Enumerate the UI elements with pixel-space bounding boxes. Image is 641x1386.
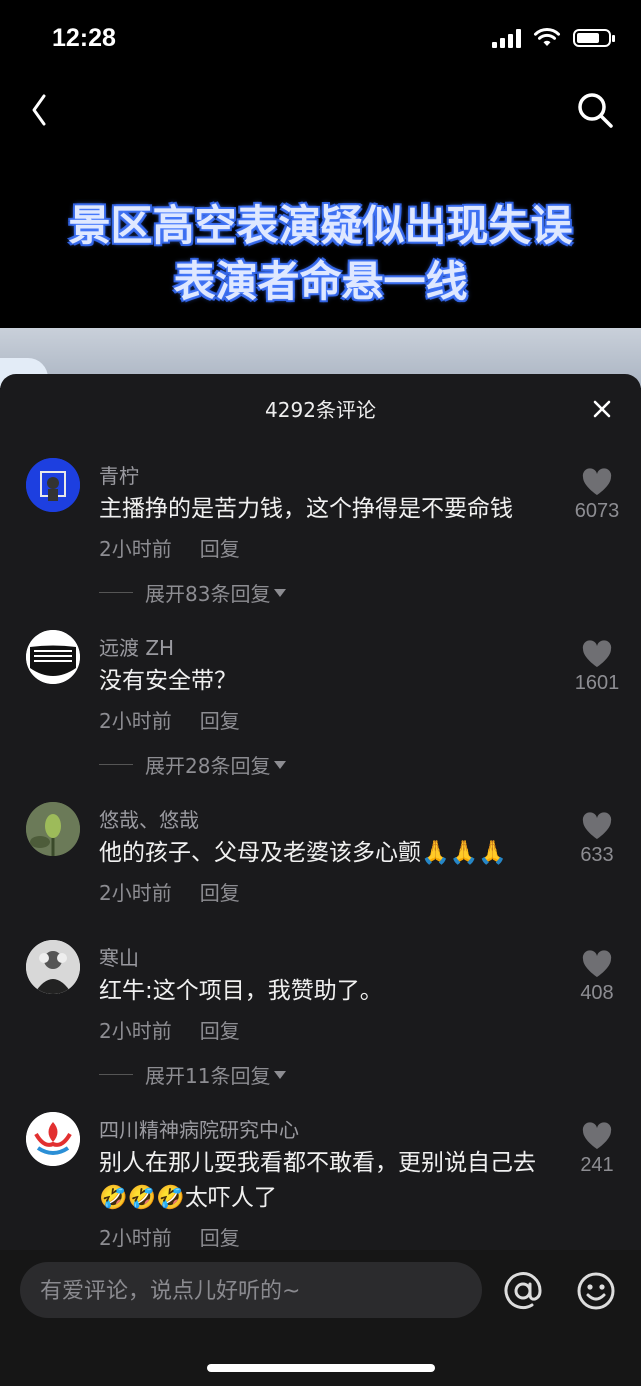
comment-text: 主播挣的是苦力钱，这个挣得是不要命钱 <box>99 496 513 522</box>
heart-icon <box>582 1122 612 1149</box>
comment-text: 没有安全带？ <box>99 668 237 694</box>
like-button[interactable]: 241 <box>567 1122 627 1177</box>
battery-icon <box>573 29 615 47</box>
caret-down-icon <box>274 760 287 769</box>
reply-button[interactable]: 回复 <box>200 1019 240 1043</box>
caret-down-icon <box>274 588 287 597</box>
expand-replies-label: 展开28条回复 <box>145 754 271 778</box>
video-title-line-1: 景区高空表演疑似出现失误 <box>68 201 573 250</box>
avatar[interactable] <box>26 940 80 994</box>
reply-button[interactable]: 回复 <box>200 1226 240 1250</box>
expand-replies[interactable]: 展开11条回复 <box>99 1060 287 1089</box>
heart-icon <box>582 640 612 667</box>
comment-time: 2小时前 <box>99 709 172 733</box>
comment-username[interactable]: 青柠 <box>99 460 139 489</box>
like-button[interactable]: 633 <box>567 812 627 867</box>
divider <box>99 764 133 765</box>
comment-item: 四川精神病院研究中心 别人在那儿耍我看都不敢看，更别说自己去🤣🤣🤣太吓人了 2小… <box>0 1112 641 1264</box>
comment-item: 远渡 ZH 没有安全带？ 2小时前 回复 1601 展开28条回复 <box>0 630 641 782</box>
comment-item: 寒山 红牛:这个项目，我赞助了。 2小时前 回复 408 展开11条回复 <box>0 940 641 1092</box>
comment-username[interactable]: 寒山 <box>99 942 139 971</box>
status-bar: 12:28 <box>0 0 641 80</box>
avatar-image <box>26 940 80 994</box>
heart-icon <box>582 812 612 839</box>
close-button[interactable] <box>585 392 619 426</box>
expand-replies[interactable]: 展开28条回复 <box>99 750 287 779</box>
comment-text: 红牛:这个项目，我赞助了。 <box>99 978 383 1004</box>
like-count: 241 <box>580 1154 614 1176</box>
chevron-left-icon <box>32 94 46 126</box>
close-icon <box>593 400 611 418</box>
comment-time: 2小时前 <box>99 1019 172 1043</box>
reply-button[interactable]: 回复 <box>200 537 240 561</box>
comment-text: 他的孩子、父母及老婆该多心颤🙏🙏🙏 <box>99 840 507 866</box>
expand-replies[interactable]: 展开83条回复 <box>99 578 287 607</box>
at-icon <box>504 1272 542 1310</box>
wifi-icon <box>534 28 560 46</box>
reply-button[interactable]: 回复 <box>200 881 240 905</box>
comment-input-box[interactable] <box>20 1262 482 1320</box>
comments-count-title: 4292条评论 <box>265 398 376 422</box>
comment-input[interactable] <box>38 1262 462 1320</box>
back-button[interactable] <box>22 88 62 132</box>
like-count: 408 <box>580 982 614 1004</box>
avatar[interactable] <box>26 630 80 684</box>
video-title: 景区高空表演疑似出现失误 表演者命悬一线 <box>0 198 641 310</box>
comments-sheet: 4292条评论 青柠 主播挣的是苦力钱，这个挣得是不要命钱 2小时前 回复 607… <box>0 374 641 1386</box>
like-count: 1601 <box>574 672 620 694</box>
comment-meta: 2小时前 回复 <box>99 705 240 734</box>
smiley-icon <box>577 1272 615 1310</box>
cellular-signal-icon <box>492 28 521 48</box>
mention-button[interactable] <box>502 1270 544 1312</box>
avatar[interactable] <box>26 1112 80 1166</box>
comment-username[interactable]: 远渡 ZH <box>99 632 174 661</box>
divider <box>99 592 133 593</box>
avatar-image <box>26 458 80 512</box>
video-title-line-2: 表演者命悬一线 <box>173 257 468 306</box>
search-button[interactable] <box>573 88 617 132</box>
comment-meta: 2小时前 回复 <box>99 877 240 906</box>
avatar[interactable] <box>26 802 80 856</box>
comment-meta: 2小时前 回复 <box>99 1015 240 1044</box>
status-time: 12:28 <box>52 24 116 52</box>
comments-header: 4292条评论 <box>0 374 641 440</box>
divider <box>99 1074 133 1075</box>
search-icon <box>578 93 613 128</box>
comment-time: 2小时前 <box>99 537 172 561</box>
comment-text: 别人在那儿耍我看都不敢看，更别说自己去🤣🤣🤣太吓人了 <box>99 1150 536 1211</box>
avatar-image <box>26 802 80 856</box>
comment-username[interactable]: 四川精神病院研究中心 <box>99 1114 299 1143</box>
emoji-button[interactable] <box>575 1270 617 1312</box>
comment-meta: 2小时前 回复 <box>99 1222 240 1251</box>
heart-icon <box>582 468 612 495</box>
comment-username[interactable]: 悠哉、悠哉 <box>99 804 199 833</box>
like-button[interactable]: 408 <box>567 950 627 1005</box>
expand-replies-label: 展开83条回复 <box>145 582 271 606</box>
home-indicator[interactable] <box>207 1364 435 1372</box>
caret-down-icon <box>274 1070 287 1079</box>
comment-item: 青柠 主播挣的是苦力钱，这个挣得是不要命钱 2小时前 回复 6073 展开83条回… <box>0 458 641 610</box>
top-nav <box>0 80 641 140</box>
expand-replies-label: 展开11条回复 <box>145 1064 271 1088</box>
like-button[interactable]: 6073 <box>567 468 627 523</box>
comment-item: 悠哉、悠哉 他的孩子、父母及老婆该多心颤🙏🙏🙏 2小时前 回复 633 <box>0 802 641 924</box>
avatar-image <box>26 1112 80 1166</box>
reply-button[interactable]: 回复 <box>200 709 240 733</box>
like-count: 633 <box>580 844 614 866</box>
avatar-image <box>26 630 80 684</box>
avatar[interactable] <box>26 458 80 512</box>
comment-meta: 2小时前 回复 <box>99 533 240 562</box>
status-icons <box>492 28 615 48</box>
like-count: 6073 <box>574 500 620 522</box>
comment-time: 2小时前 <box>99 1226 172 1250</box>
heart-icon <box>582 950 612 977</box>
like-button[interactable]: 1601 <box>567 640 627 695</box>
comment-time: 2小时前 <box>99 881 172 905</box>
